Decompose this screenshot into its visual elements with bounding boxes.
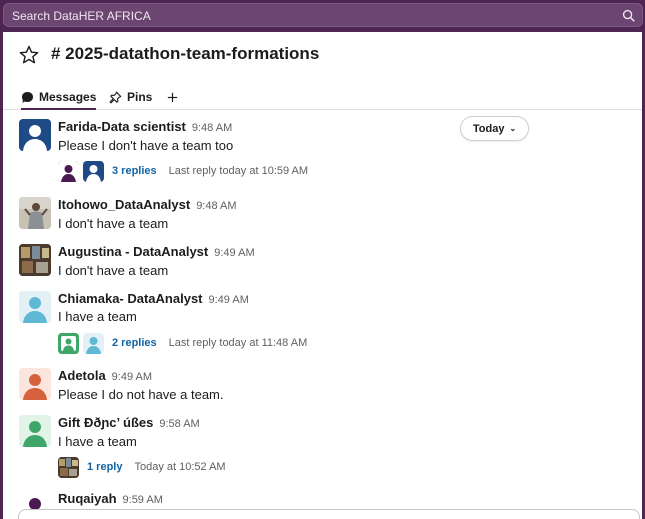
avatar[interactable]: [19, 119, 51, 151]
thread-summary[interactable]: 2 replies Last reply today at 11:48 AM: [58, 332, 307, 354]
avatar: [83, 332, 104, 354]
avatar[interactable]: [19, 368, 51, 400]
avatar: [58, 160, 79, 182]
message-text: Please I don't have a team too: [58, 138, 234, 153]
star-icon[interactable]: [18, 44, 40, 66]
pin-icon: [109, 91, 122, 103]
message-text: I have a team: [58, 434, 137, 449]
author-name[interactable]: Chiamaka- DataAnalyst: [58, 291, 203, 306]
channel-title[interactable]: # 2025-datathon-team-formations: [51, 44, 319, 64]
avatar: [58, 456, 79, 478]
tab-pins-label: Pins: [127, 90, 153, 104]
thread-summary[interactable]: 3 replies Last reply today at 10:59 AM: [58, 160, 308, 182]
thread-summary[interactable]: 1 reply Today at 10:52 AM: [58, 456, 226, 478]
tab-messages-label: Messages: [39, 90, 97, 104]
message-time[interactable]: 9:49 AM: [214, 247, 254, 259]
message-author[interactable]: Farida-Data scientist 9:48 AM: [58, 119, 232, 134]
avatar[interactable]: [19, 244, 51, 276]
replies-link[interactable]: 2 replies: [112, 337, 157, 349]
message-author[interactable]: Gift Ððɲc’ úßes 9:58 AM: [58, 415, 200, 430]
speech-bubble-icon: [22, 91, 33, 103]
search-input[interactable]: Search DataHER AFRICA: [3, 3, 643, 27]
avatar[interactable]: [19, 291, 51, 323]
chevron-down-icon: ⌄: [509, 124, 517, 133]
last-reply-text: Last reply today at 11:48 AM: [168, 337, 308, 349]
avatar[interactable]: [19, 415, 51, 447]
replies-link[interactable]: 3 replies: [112, 165, 157, 177]
message-composer[interactable]: [18, 509, 640, 519]
channel-header: # 2025-datathon-team-formations Messages…: [3, 32, 642, 110]
message-text: I have a team: [58, 309, 137, 324]
search-placeholder: Search DataHER AFRICA: [12, 9, 151, 23]
plus-icon: [167, 92, 178, 102]
date-divider-label: Today: [472, 122, 505, 135]
author-name[interactable]: Gift Ððɲc’ úßes: [58, 415, 153, 430]
date-divider-button[interactable]: Today ⌄: [460, 116, 529, 141]
last-reply-text: Last reply today at 10:59 AM: [168, 165, 309, 177]
message-text: I don't have a team: [58, 263, 169, 278]
top-bar: Search DataHER AFRICA: [0, 0, 645, 32]
author-name[interactable]: Adetola: [58, 368, 106, 383]
message-author[interactable]: Chiamaka- DataAnalyst 9:49 AM: [58, 291, 249, 306]
add-tab-button[interactable]: [167, 85, 183, 109]
author-name[interactable]: Ruqaiyah: [58, 491, 117, 506]
message-time[interactable]: 9:58 AM: [159, 418, 199, 430]
message-time[interactable]: 9:59 AM: [123, 494, 163, 506]
message-time[interactable]: 9:48 AM: [192, 122, 232, 134]
message-author[interactable]: Augustina - DataAnalyst 9:49 AM: [58, 244, 255, 259]
message-time[interactable]: 9:49 AM: [112, 371, 152, 383]
message-text: Please I do not have a team.: [58, 387, 224, 402]
message-author[interactable]: Ruqaiyah 9:59 AM: [58, 491, 163, 506]
author-name[interactable]: Itohowo_DataAnalyst: [58, 197, 190, 212]
avatar: [83, 160, 104, 182]
avatar[interactable]: [19, 197, 51, 229]
message-text: I don't have a team: [58, 216, 169, 231]
tab-messages[interactable]: Messages: [21, 85, 97, 110]
author-name[interactable]: Augustina - DataAnalyst: [58, 244, 208, 259]
message-time[interactable]: 9:48 AM: [196, 200, 236, 212]
message-author[interactable]: Adetola 9:49 AM: [58, 368, 152, 383]
author-name[interactable]: Farida-Data scientist: [58, 119, 186, 134]
message-time[interactable]: 9:49 AM: [209, 294, 249, 306]
avatar: [58, 332, 79, 354]
replies-link[interactable]: 1 reply: [87, 461, 122, 473]
search-icon[interactable]: [622, 9, 635, 22]
tab-pins[interactable]: Pins: [109, 85, 152, 109]
last-reply-text: Today at 10:52 AM: [134, 461, 226, 473]
message-author[interactable]: Itohowo_DataAnalyst 9:48 AM: [58, 197, 237, 212]
